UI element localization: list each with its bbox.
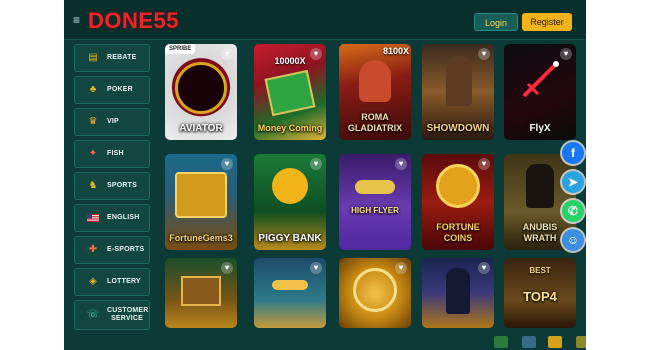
game-tile-top4[interactable]: BEST TOP4 — [504, 258, 576, 328]
game-title: SHOWDOWN — [426, 123, 490, 134]
favorite-icon[interactable]: ♥ — [395, 262, 407, 274]
sidebar: ▤ REBATE ♣ POKER ♛ VIP ✦ FISH ♞ SPORTS E… — [74, 44, 150, 350]
login-button[interactable]: Login — [474, 13, 518, 31]
sidebar-item-label: CUSTOMER SERVICE — [107, 307, 149, 322]
flag-icon — [87, 212, 99, 224]
anubis-figure — [446, 268, 470, 314]
gamepad-icon: ✚ — [88, 244, 98, 255]
sidebar-item-label: ENGLISH — [107, 214, 140, 221]
game-title: TOP4 — [523, 289, 557, 304]
gold-coin — [436, 164, 480, 208]
sidebar-item-label: VIP — [107, 118, 119, 125]
sidebar-item-vip[interactable]: ♛ VIP — [74, 108, 150, 136]
game-tile-anubis-night[interactable]: ♥ — [422, 258, 494, 328]
game-title: FORTUNE COINS — [436, 222, 480, 243]
sidebar-item-fish[interactable]: ✦ FISH — [74, 140, 150, 168]
game-tile-roma-gladiatrix[interactable]: 8100X ROMA GLADIATRIX — [339, 44, 411, 140]
game-title: FortuneGems3 — [169, 233, 233, 243]
game-title: AVIATOR — [179, 123, 223, 134]
vip-icon: ♛ — [88, 116, 98, 127]
game-tile-showdown[interactable]: ♥ SHOWDOWN — [422, 44, 494, 140]
favorite-icon[interactable]: ♥ — [560, 48, 572, 60]
favorite-icon[interactable]: ♥ — [395, 158, 407, 170]
sidebar-item-label: FISH — [107, 150, 124, 157]
telegram-icon[interactable]: ➤ — [562, 171, 584, 193]
airship-graphic — [355, 180, 395, 194]
sidebar-item-customer-service[interactable]: ☏ CUSTOMER SERVICE — [74, 300, 150, 330]
bottom-game-icon-2[interactable] — [522, 336, 536, 348]
game-tile-flyx[interactable]: ♥ FlyX — [504, 44, 576, 140]
favorite-icon[interactable]: ♥ — [478, 262, 490, 274]
game-tile-jet[interactable]: ♥ — [254, 258, 326, 328]
sidebar-item-esports[interactable]: ✚ E-SPORTS — [74, 236, 150, 264]
gladiatrix-figure — [359, 60, 391, 102]
site-logo[interactable]: DONE55 — [88, 9, 179, 33]
flyx-rocket-icon — [522, 61, 559, 98]
game-title: PIGGY BANK — [258, 233, 322, 244]
favorite-icon[interactable]: ♥ — [221, 48, 233, 60]
money-stack — [264, 69, 316, 117]
lottery-icon: ◈ — [89, 276, 97, 287]
fish-icon: ✦ — [88, 148, 98, 159]
sidebar-item-english[interactable]: ENGLISH — [74, 204, 150, 232]
header: ≡ DONE55 Login Register — [64, 0, 586, 40]
game-title: HIGH FLYER — [351, 206, 399, 215]
game-tile-treasure[interactable]: ♥ — [165, 258, 237, 328]
favorite-icon[interactable]: ♥ — [478, 158, 490, 170]
multiplier-label: 8100X — [382, 46, 409, 56]
sidebar-item-label: SPORTS — [107, 182, 137, 189]
favorite-icon[interactable]: ♥ — [310, 48, 322, 60]
bottom-game-icon-4[interactable] — [576, 336, 586, 348]
game-tile-high-flyer[interactable]: ♥ HIGH FLYER — [339, 154, 411, 250]
game-title: Money Coming — [257, 123, 323, 133]
game-tile-fortune-coins[interactable]: ♥ FORTUNE COINS — [422, 154, 494, 250]
cowgirl-figure — [446, 56, 472, 106]
sidebar-item-rebate[interactable]: ▤ REBATE — [74, 44, 150, 72]
gold-coin — [353, 268, 397, 312]
favorite-icon[interactable]: ♥ — [221, 262, 233, 274]
game-title: FlyX — [529, 123, 551, 134]
best-label: BEST — [529, 266, 551, 275]
bottom-game-icon-1[interactable] — [494, 336, 508, 348]
register-button[interactable]: Register — [522, 13, 572, 31]
treasure-chest — [181, 276, 221, 306]
favorite-icon[interactable]: ♥ — [221, 158, 233, 170]
support-chat-icon[interactable]: ☺ — [562, 229, 584, 251]
game-tile-fortune-gems-3[interactable]: ♥ FortuneGems3 — [165, 154, 237, 250]
game-tile-aviator[interactable]: SPRIBE ♥ AVIATOR — [165, 44, 237, 140]
sidebar-item-poker[interactable]: ♣ POKER — [74, 76, 150, 104]
support-icon: ☏ — [86, 309, 100, 320]
sidebar-item-label: E-SPORTS — [107, 246, 145, 253]
favorite-icon[interactable]: ♥ — [478, 48, 490, 60]
game-tile-money-coming[interactable]: 10000X ♥ Money Coming — [254, 44, 326, 140]
game-tile-piggy-bank[interactable]: ♥ PIGGY BANK — [254, 154, 326, 250]
sidebar-item-lottery[interactable]: ◈ LOTTERY — [74, 268, 150, 296]
bottom-game-icon-3[interactable] — [548, 336, 562, 348]
favorite-icon[interactable]: ♥ — [310, 262, 322, 274]
facebook-icon[interactable]: f — [562, 142, 584, 164]
sidebar-item-label: POKER — [107, 86, 133, 93]
provider-badge: SPRIBE — [165, 44, 196, 54]
favorite-icon[interactable]: ♥ — [310, 158, 322, 170]
game-tile-golden-coin[interactable]: ♥ — [339, 258, 411, 328]
game-title: ROMA GLADIATRIX — [347, 112, 403, 133]
poker-icon: ♣ — [89, 84, 97, 95]
sidebar-item-sports[interactable]: ♞ SPORTS — [74, 172, 150, 200]
menu-icon[interactable]: ≡ — [73, 14, 85, 26]
piggy-character — [272, 168, 308, 204]
sidebar-item-label: LOTTERY — [107, 278, 141, 285]
sidebar-item-label: REBATE — [107, 54, 137, 61]
aviator-emblem — [175, 62, 227, 114]
rebate-icon: ▤ — [88, 52, 98, 63]
jet-graphic — [272, 280, 308, 290]
gem-chest — [175, 172, 227, 218]
app-frame: ≡ DONE55 Login Register ▤ REBATE ♣ POKER… — [64, 0, 586, 350]
sports-icon: ♞ — [88, 180, 98, 191]
whatsapp-icon[interactable]: ✆ — [562, 200, 584, 222]
anubis-figure — [526, 164, 554, 208]
